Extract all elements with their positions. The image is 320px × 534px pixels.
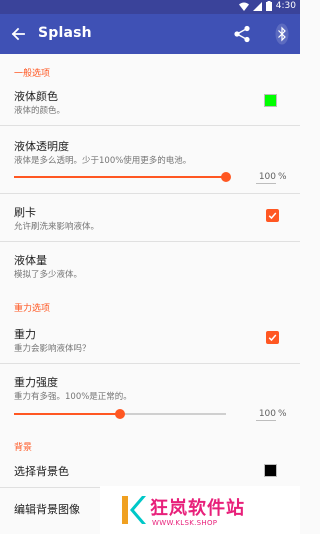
- status-time: 4:30: [275, 1, 296, 11]
- liquid-opacity-value[interactable]: 100 %: [256, 172, 287, 184]
- swipe-title: 刷卡: [14, 206, 36, 219]
- wifi-icon: [238, 2, 249, 11]
- liquid-opacity-unit: %: [278, 172, 287, 182]
- check-icon: [268, 334, 277, 342]
- section-header-general: 一般选项: [14, 69, 51, 79]
- liquid-color-subtitle: 液体的颜色。: [14, 106, 66, 116]
- watermark: 狂岚软件站 WWW.KLSK.SHOP: [100, 486, 300, 534]
- share-icon: [234, 25, 250, 43]
- section-header-gravity: 重力选项: [14, 304, 51, 314]
- slider-thumb[interactable]: [221, 172, 231, 182]
- gravity-strength-value-input[interactable]: 100: [256, 409, 276, 421]
- swipe-checkbox[interactable]: [266, 209, 279, 222]
- liquid-opacity-value-input[interactable]: 100: [256, 172, 276, 184]
- divider: [0, 363, 300, 364]
- divider: [0, 241, 300, 242]
- watermark-brand: 狂岚软件站: [150, 498, 245, 519]
- gravity-strength-title: 重力强度: [14, 376, 58, 389]
- gravity-strength-slider[interactable]: [14, 409, 226, 419]
- bluetooth-button[interactable]: [270, 20, 294, 48]
- page-title: Splash: [38, 25, 92, 41]
- gravity-strength-subtitle: 重力有多强。100%是正常的。: [14, 392, 132, 402]
- watermark-logo: [120, 494, 146, 526]
- slider-thumb[interactable]: [115, 409, 125, 419]
- watermark-url: WWW.KLSK.SHOP: [152, 519, 218, 527]
- liquid-opacity-slider[interactable]: [14, 172, 231, 182]
- liquid-amount-subtitle: 模拟了多少液体。: [14, 270, 83, 280]
- liquid-opacity-title: 液体透明度: [14, 140, 69, 153]
- bluetooth-icon: [275, 23, 289, 45]
- slider-fill: [14, 176, 226, 178]
- gravity-strength-value[interactable]: 100 %: [256, 409, 287, 421]
- divider: [0, 193, 300, 194]
- bg-color-swatch[interactable]: [264, 464, 277, 477]
- gravity-title: 重力: [14, 328, 36, 341]
- arrow-back-icon: [11, 27, 25, 41]
- liquid-opacity-subtitle: 液体是多么透明。少于100%使用更多的电池。: [14, 156, 192, 166]
- signal-icon: [252, 1, 262, 11]
- gravity-strength-unit: %: [278, 409, 287, 419]
- battery-icon: [265, 1, 272, 11]
- section-header-background: 背景: [14, 443, 33, 453]
- check-icon: [268, 212, 277, 220]
- liquid-color-title: 液体颜色: [14, 90, 58, 103]
- gravity-checkbox[interactable]: [266, 331, 279, 344]
- status-bar: 4:30: [0, 0, 300, 14]
- divider: [0, 125, 300, 126]
- liquid-amount-title: 液体量: [14, 254, 47, 267]
- bg-color-title: 选择背景色: [14, 465, 69, 478]
- share-button[interactable]: [230, 22, 254, 46]
- bg-image-title: 编辑背景图像: [14, 503, 80, 516]
- swipe-subtitle: 允许刷洗来影响液体。: [14, 222, 100, 232]
- app-toolbar: Splash: [0, 14, 300, 54]
- gravity-subtitle: 重力会影响液体吗？: [14, 344, 91, 354]
- slider-fill: [14, 413, 120, 415]
- liquid-color-swatch[interactable]: [264, 94, 277, 107]
- back-button[interactable]: [6, 22, 30, 46]
